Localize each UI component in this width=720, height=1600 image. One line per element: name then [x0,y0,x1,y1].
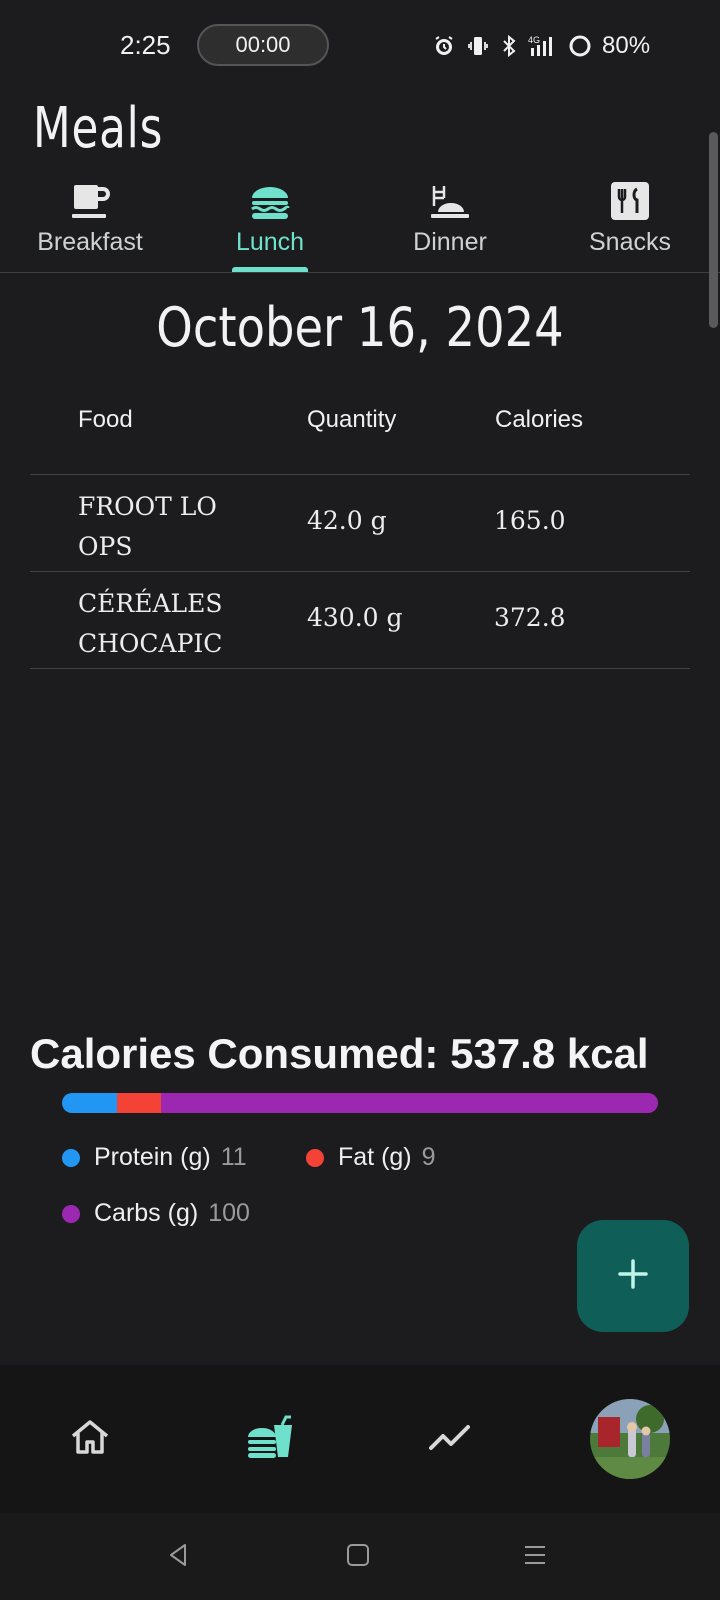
legend-value: 11 [220,1143,247,1171]
alarm-icon [432,34,456,58]
avatar [590,1399,670,1479]
column-header-calories: Calories [495,406,584,433]
burger-icon [200,182,340,222]
table-row[interactable]: FROOT LOOPS 42.0 g 165.0 [30,475,690,572]
tab-breakfast[interactable]: Breakfast [20,178,160,272]
legend-value: 9 [421,1143,436,1171]
tab-label-lunch: Lunch [235,228,305,256]
trends-icon [428,1422,472,1457]
food-name: FROOT LOOPS [78,492,217,561]
bottom-navigation [0,1365,720,1513]
system-home-button[interactable] [338,1537,378,1577]
meal-tabs: Breakfast Lunch Dinner Snacks [0,178,720,273]
status-icons: 4G 80% [432,30,650,62]
nav-trends[interactable] [400,1365,500,1513]
tab-label-snacks: Snacks [589,228,671,256]
legend-carbs: Carbs (g) 100 [62,1199,250,1228]
svg-text:4G: 4G [528,35,540,45]
bluetooth-icon [500,34,518,58]
carbs-dot [62,1204,80,1223]
add-food-button[interactable] [577,1220,689,1332]
fat-dot [306,1148,324,1167]
status-bar: 2:25 00:00 4G 80% [0,0,720,92]
date-heading: October 16, 2024 [156,296,564,359]
food-name: CÉRÉALES CHOCAPIC [78,589,223,658]
food-calories: 372.8 [494,603,566,632]
column-header-quantity: Quantity [307,406,397,433]
nav-profile[interactable] [580,1365,680,1513]
system-back-button[interactable] [158,1537,198,1577]
table-row[interactable]: CÉRÉALES CHOCAPIC 430.0 g 372.8 [30,572,690,669]
vibrate-icon [466,34,490,58]
tab-snacks[interactable]: Snacks [560,178,700,272]
column-header-food: Food [78,406,133,433]
dinner-icon [380,182,520,222]
legend-value: 100 [208,1199,250,1227]
food-quantity: 430.0 g [307,603,403,632]
food-quantity: 42.0 g [307,506,387,535]
tab-dinner[interactable]: Dinner [380,178,520,272]
system-navigation-bar [0,1513,720,1600]
legend-fat: Fat (g) 9 [306,1143,436,1172]
menu-lines-icon [522,1542,548,1573]
system-recents-button[interactable] [515,1537,555,1577]
active-tab-indicator [232,267,308,272]
back-triangle-icon [165,1542,191,1573]
status-time: 2:25 [120,30,171,60]
legend-label: Carbs (g) [94,1199,199,1227]
tab-label-breakfast: Breakfast [37,228,143,256]
home-icon [68,1417,112,1462]
tab-lunch[interactable]: Lunch [200,178,340,272]
macro-distribution-bar [62,1093,658,1113]
fat-segment [116,1093,162,1113]
battery-ring-icon [568,34,592,58]
carbs-segment [161,1093,658,1113]
utensils-icon [560,182,700,222]
nav-meals[interactable] [220,1365,320,1513]
legend-protein: Protein (g) 11 [62,1143,247,1172]
scrollbar[interactable] [709,132,718,328]
timer-pill[interactable]: 00:00 [197,24,329,66]
meals-icon [244,1415,296,1464]
legend-label: Fat (g) [338,1143,412,1171]
legend-label: Protein (g) [94,1143,211,1171]
tab-label-dinner: Dinner [413,228,487,256]
calories-consumed-title: Calories Consumed: 537.8 kcal [30,1030,649,1077]
battery-level: 80% [602,32,651,59]
plus-icon [617,1258,649,1295]
signal-4g-icon: 4G [528,34,558,58]
home-square-icon [345,1542,371,1573]
cup-icon [20,182,160,222]
nav-home[interactable] [40,1365,140,1513]
protein-segment [62,1093,117,1113]
food-calories: 165.0 [494,506,566,535]
protein-dot [62,1148,80,1167]
page-title: Meals [33,96,164,161]
